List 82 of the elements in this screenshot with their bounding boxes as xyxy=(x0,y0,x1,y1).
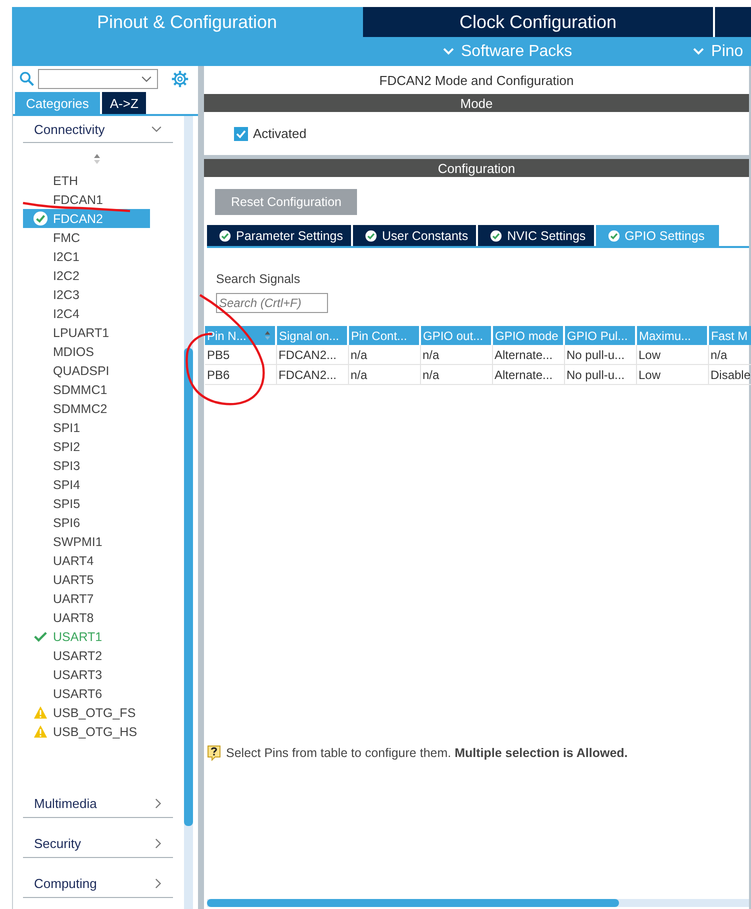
peripheral-item[interactable]: QUADSPI xyxy=(23,361,173,380)
activated-checkbox[interactable]: Activated xyxy=(234,126,306,141)
table-cell: Low xyxy=(636,364,708,384)
check-circle-icon xyxy=(490,230,502,242)
peripheral-item[interactable]: UART7 xyxy=(23,589,173,608)
settings-tab[interactable]: User Constants xyxy=(353,225,476,246)
table-cell: FDCAN2... xyxy=(276,364,348,384)
category-header[interactable]: Connectivity xyxy=(23,116,173,143)
peripheral-item[interactable]: MDIOS xyxy=(23,342,173,361)
warning-icon xyxy=(33,724,48,739)
table-cell: No pull-u... xyxy=(564,364,636,384)
peripheral-item[interactable]: FMC xyxy=(23,228,173,247)
search-icon[interactable] xyxy=(19,71,35,87)
peripheral-item[interactable]: SPI1 xyxy=(23,418,173,437)
chevron-right-icon xyxy=(155,878,162,888)
peripheral-item[interactable]: SDMMC1 xyxy=(23,380,173,399)
peripheral-item[interactable]: I2C4 xyxy=(23,304,173,323)
chevron-down-icon xyxy=(692,47,706,56)
table-cell: FDCAN2... xyxy=(276,345,348,364)
search-field[interactable]: Search (Crtl+F) xyxy=(216,293,328,313)
chevron-down-icon xyxy=(151,126,162,132)
settings-tab[interactable]: Parameter Settings xyxy=(207,225,351,246)
table-cell: n/a xyxy=(420,345,492,364)
checkmark-icon xyxy=(235,128,247,140)
table-cell: n/a xyxy=(420,364,492,384)
warning-icon xyxy=(33,705,48,720)
table-cell: n/a xyxy=(348,364,420,384)
peripheral-item[interactable]: ETH xyxy=(23,171,173,190)
settings-icon[interactable] xyxy=(171,70,189,88)
sort-icon xyxy=(264,330,271,341)
table-cell: Disable xyxy=(708,364,751,384)
table-cell: Low xyxy=(636,345,708,364)
peripheral-item[interactable]: SWPMI1 xyxy=(23,532,173,551)
chevron-right-icon xyxy=(155,798,162,808)
check-circle-icon xyxy=(365,230,377,242)
section-header: Configuration xyxy=(204,159,749,177)
help-icon xyxy=(207,745,221,761)
peripheral-item[interactable]: USART3 xyxy=(23,665,173,684)
table-cell: Alternate... xyxy=(492,364,564,384)
scrollbar[interactable] xyxy=(207,899,749,907)
peripheral-item[interactable]: USART2 xyxy=(23,646,173,665)
table-cell: Alternate... xyxy=(492,345,564,364)
peripheral-item[interactable]: UART5 xyxy=(23,570,173,589)
peripheral-item[interactable]: SPI4 xyxy=(23,475,173,494)
peripheral-item[interactable]: USART6 xyxy=(23,684,173,703)
table-cell: PB6 xyxy=(205,364,276,384)
peripheral-item[interactable]: SPI2 xyxy=(23,437,173,456)
table-cell: PB5 xyxy=(205,345,276,364)
peripheral-item[interactable]: SDMMC2 xyxy=(23,399,173,418)
section-header: Mode xyxy=(204,94,749,112)
peripheral-item[interactable]: LPUART1 xyxy=(23,323,173,342)
peripheral-item[interactable]: USB_OTG_HS xyxy=(23,722,173,741)
category-header[interactable]: Multimedia xyxy=(23,789,173,818)
panel-title: FDCAN2 Mode and Configuration xyxy=(204,66,749,94)
check-circle-icon xyxy=(33,211,48,226)
view-tab[interactable]: A->Z xyxy=(102,92,146,114)
peripheral-item[interactable]: I2C1 xyxy=(23,247,173,266)
table-cell: No pull-u... xyxy=(564,345,636,364)
hint-text: Select Pins from table to configure them. Multiple selection is Allowed. xyxy=(226,746,628,760)
category-header[interactable]: Computing xyxy=(23,869,173,898)
check-circle-icon xyxy=(608,230,620,242)
peripheral-item[interactable]: USB_OTG_FS xyxy=(23,703,173,722)
search-combo-box[interactable] xyxy=(38,69,158,89)
peripheral-item[interactable]: UART4 xyxy=(23,551,173,570)
settings-tab[interactable]: NVIC Settings xyxy=(478,225,594,246)
peripheral-item[interactable]: I2C2 xyxy=(23,266,173,285)
peripheral-item[interactable]: SPI5 xyxy=(23,494,173,513)
chevron-right-icon xyxy=(155,838,162,848)
category-header[interactable]: Security xyxy=(23,829,173,858)
table-cell: n/a xyxy=(708,345,751,364)
check-circle-icon xyxy=(219,230,231,242)
peripheral-item[interactable]: SPI6 xyxy=(23,513,173,532)
search-signals-label: Search Signals xyxy=(216,272,302,286)
peripheral-item[interactable]: I2C3 xyxy=(23,285,173,304)
checkmark-icon xyxy=(33,629,48,644)
chevron-down-icon xyxy=(442,47,455,56)
scroll-arrows-icon[interactable] xyxy=(93,153,101,165)
peripheral-item[interactable]: SPI3 xyxy=(23,456,173,475)
peripheral-item[interactable]: UART8 xyxy=(23,608,173,627)
scrollbar[interactable] xyxy=(184,116,193,909)
table-cell: n/a xyxy=(348,345,420,364)
peripheral-item[interactable]: FDCAN1 xyxy=(23,190,173,209)
